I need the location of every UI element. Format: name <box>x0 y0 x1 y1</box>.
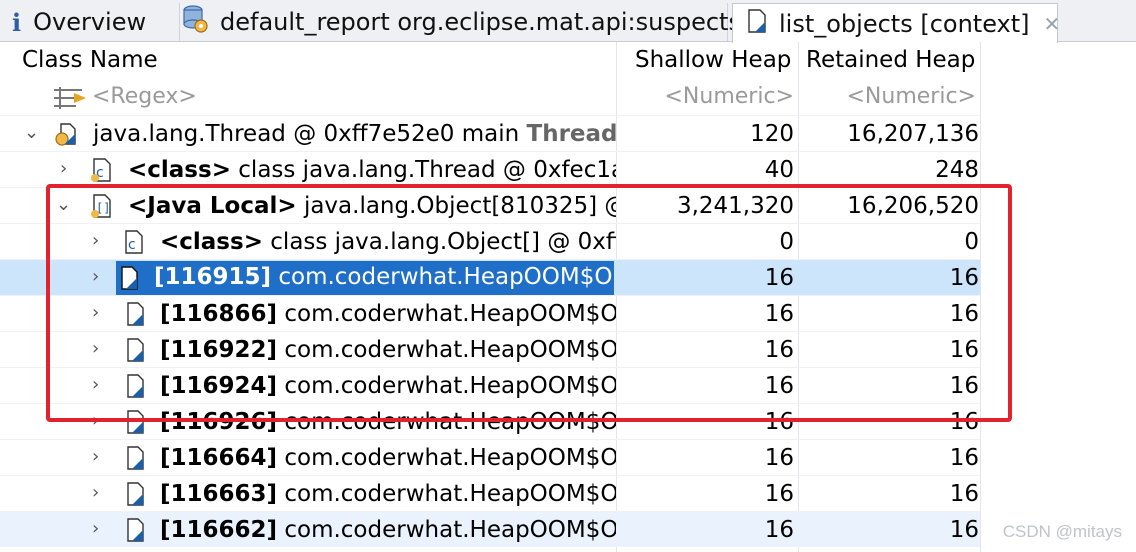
table-header: Class Name Shallow Heap Retained Heap <box>0 43 980 79</box>
retained-heap-value: 248 <box>935 157 979 183</box>
row-suffix: Thread <box>526 121 616 147</box>
object-icon <box>124 516 148 544</box>
regex-filter-icon <box>52 85 88 117</box>
shallow-heap-value: 16 <box>764 517 794 543</box>
tab-list-objects-label: list_objects [context] <box>779 9 1030 38</box>
chevron-down-icon[interactable]: ⌄ <box>24 122 39 143</box>
column-header-retained-heap[interactable]: Retained Heap <box>806 47 975 73</box>
row-label: com.coderwhat.HeapOOM$O <box>277 517 616 543</box>
chevron-right-icon[interactable]: › <box>60 158 67 179</box>
shallow-heap-value: 16 <box>764 481 794 507</box>
chevron-right-icon[interactable]: › <box>92 482 99 503</box>
info-icon: i <box>12 7 22 37</box>
object-icon <box>124 480 148 508</box>
row-prefix: [116662] <box>160 517 278 543</box>
row-prefix: <class> <box>128 157 231 183</box>
tab-default-report[interactable]: default_report org.eclipse.mat.api:suspe… <box>182 3 741 41</box>
shallow-heap-value: 120 <box>750 121 794 147</box>
watermark: CSDN @mitays <box>1002 522 1122 541</box>
table-row[interactable]: ⌄ java.lang.Thread @ 0xff7e52e0 main Thr… <box>0 115 980 151</box>
column-header-class-name[interactable]: Class Name <box>22 47 158 73</box>
row-prefix: [116664] <box>160 445 278 471</box>
retained-heap-value: 16 <box>949 445 979 471</box>
object-icon <box>124 444 148 472</box>
chevron-right-icon[interactable]: › <box>92 518 99 539</box>
class-name-filter[interactable]: <Regex> <box>92 84 197 109</box>
editor-tab-bar: i Overview default_report org.eclipse.ma… <box>0 0 1136 43</box>
retained-heap-value: 16 <box>949 517 979 543</box>
row-label: class java.lang.Thread @ 0xfec1a0 <box>230 157 616 183</box>
tab-list-objects[interactable]: list_objects [context] ✕ <box>732 3 1061 43</box>
retained-heap-value: 16,207,136 <box>847 121 979 147</box>
tab-overview-label: Overview <box>33 8 147 36</box>
shallow-heap-value: 16 <box>764 445 794 471</box>
table-row[interactable]: › [116662] com.coderwhat.HeapOOM$O 16 16 <box>0 511 980 547</box>
retained-heap-value: 16 <box>949 481 979 507</box>
table-row[interactable]: › [116664] com.coderwhat.HeapOOM$O 16 16 <box>0 439 980 475</box>
filter-row: <Regex> <Numeric> <Numeric> <box>0 79 980 115</box>
row-prefix: [116663] <box>160 481 278 507</box>
table-row[interactable]: › [116663] com.coderwhat.HeapOOM$O 16 16 <box>0 475 980 511</box>
row-label: java.lang.Thread @ 0xff7e52e0 main <box>93 121 527 147</box>
shallow-heap-filter[interactable]: <Numeric> <box>618 84 795 109</box>
row-label: com.coderwhat.HeapOOM$O <box>277 445 616 471</box>
column-header-shallow-heap[interactable]: Shallow Heap <box>635 47 791 73</box>
chevron-right-icon[interactable]: › <box>92 446 99 467</box>
tab-default-report-label: default_report org.eclipse.mat.api:suspe… <box>220 8 741 36</box>
document-icon <box>747 8 767 40</box>
close-icon[interactable]: ✕ <box>1044 12 1061 36</box>
table-row[interactable]: › c <class> class java.lang.Thread @ 0xf… <box>0 151 980 187</box>
row-label: com.coderwhat.HeapOOM$O <box>277 481 616 507</box>
retained-heap-filter[interactable]: <Numeric> <box>800 84 977 109</box>
class-icon: c <box>90 156 114 184</box>
shallow-heap-value: 40 <box>764 157 794 183</box>
report-db-icon <box>182 4 208 40</box>
tab-overview[interactable]: i Overview <box>12 3 180 41</box>
highlight-annotation-box <box>46 184 1012 422</box>
thread-object-icon <box>55 120 79 148</box>
